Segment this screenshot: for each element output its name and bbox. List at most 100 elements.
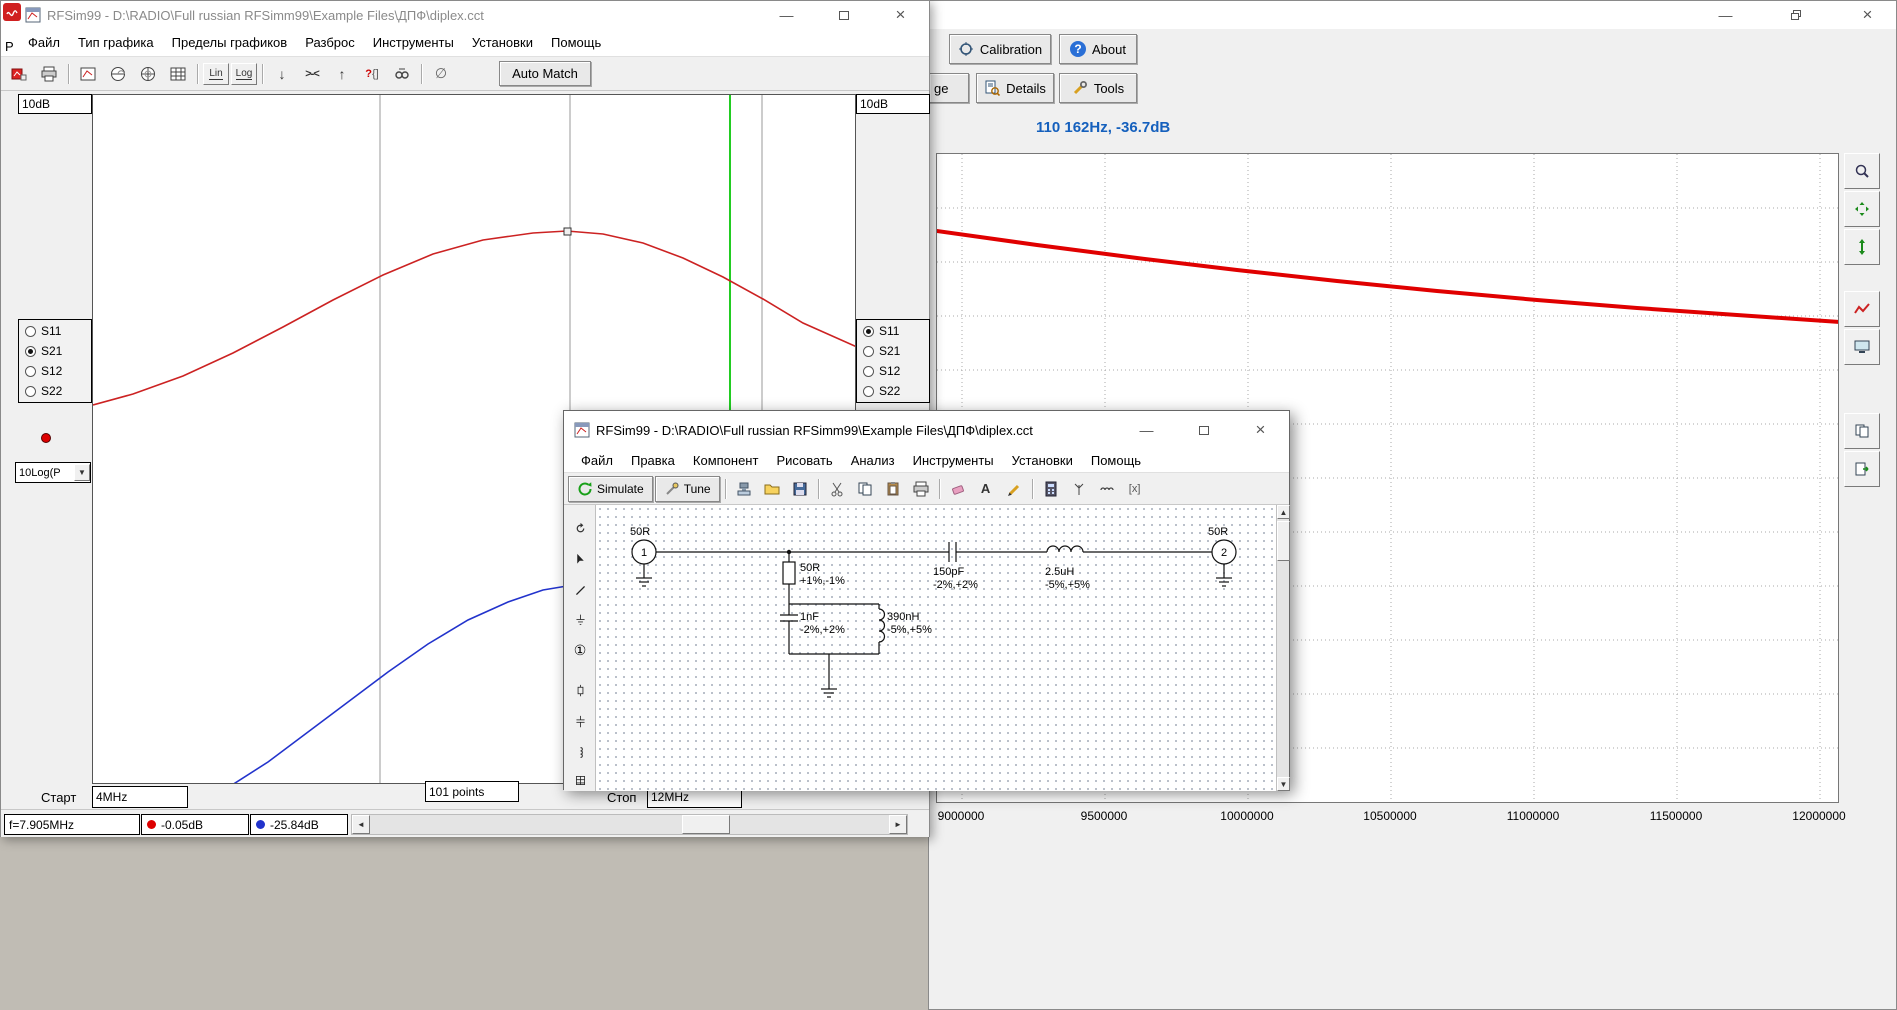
marker-search-button[interactable] <box>388 62 416 86</box>
menu-item[interactable]: Правка <box>622 448 684 473</box>
log-scale-button[interactable]: Log <box>231 63 257 85</box>
sparam-option-s12[interactable]: S12 <box>857 361 929 381</box>
simulate-button[interactable]: Simulate <box>568 476 653 502</box>
restore-button[interactable] <box>1768 1 1825 29</box>
menu-item[interactable]: Компонент <box>684 448 768 473</box>
menu-item[interactable]: Инструменты <box>904 448 1003 473</box>
marker-pick-button[interactable]: >-< <box>298 62 326 86</box>
coil-tool-button[interactable] <box>1094 477 1120 501</box>
minimize-button[interactable]: — <box>1118 411 1175 449</box>
resistor-value[interactable]: 50R <box>800 562 820 574</box>
block-tool[interactable] <box>567 767 593 793</box>
smith-chart-button[interactable] <box>104 62 132 86</box>
sparam-option-s21[interactable]: S21 <box>19 341 91 361</box>
display-button[interactable] <box>1844 329 1880 365</box>
scroll-down-button[interactable]: ▼ <box>1277 777 1290 791</box>
query-button[interactable]: ?{] <box>358 62 386 86</box>
horizontal-scrollbar[interactable]: ◄ ► <box>351 814 908 835</box>
vertical-scale-button[interactable] <box>1844 229 1880 265</box>
draw-tool-button[interactable] <box>1001 477 1027 501</box>
menu-item[interactable]: Пределы графиков <box>163 30 297 55</box>
menu-item[interactable]: Тип графика <box>69 30 163 55</box>
wire-tool[interactable] <box>567 577 593 603</box>
menu-item[interactable]: Установки <box>463 30 542 55</box>
schematic-titlebar[interactable]: RFSim99 - D:\RADIO\Full russian RFSimm99… <box>564 411 1289 449</box>
schematic-canvas[interactable]: 1 2 50R 50R 50R +1%,-1% 150pF -2%,+2% 2.… <box>596 505 1276 791</box>
spec-tool-button[interactable]: [x] <box>1122 477 1148 501</box>
menu-item[interactable]: Рисовать <box>767 448 841 473</box>
y-units-dropdown[interactable]: 10Log(P ▼ <box>15 462 91 483</box>
points-input[interactable] <box>425 781 519 802</box>
cut-button[interactable] <box>824 477 850 501</box>
details-button[interactable]: Details <box>976 73 1054 103</box>
resistor-tool[interactable] <box>567 677 593 703</box>
graph-type-button[interactable] <box>74 62 102 86</box>
maximize-button[interactable] <box>815 1 872 29</box>
menu-item[interactable]: Помощь <box>1082 448 1150 473</box>
menu-item[interactable]: Файл <box>572 448 622 473</box>
auto-match-button[interactable]: Auto Match <box>499 61 591 86</box>
sparam-option-s21[interactable]: S21 <box>857 341 929 361</box>
port1-label[interactable]: 50R <box>630 526 650 538</box>
shunt-capacitor-value[interactable]: 1nF <box>800 611 819 623</box>
copy-button[interactable] <box>852 477 878 501</box>
series-inductor-value[interactable]: 2.5uH <box>1045 566 1074 578</box>
print-button[interactable] <box>908 477 934 501</box>
tools-button[interactable]: Tools <box>1059 73 1137 103</box>
maximize-button[interactable] <box>1175 411 1232 449</box>
change-button-partial[interactable]: ge <box>929 73 969 103</box>
port2-label[interactable]: 50R <box>1208 526 1228 538</box>
antenna-tool-button[interactable] <box>1066 477 1092 501</box>
analyzer-titlebar[interactable]: — × <box>929 1 1896 29</box>
series-capacitor-value[interactable]: 150pF <box>933 566 964 578</box>
sparam-option-s11[interactable]: S11 <box>19 321 91 341</box>
resistor-tolerance[interactable]: +1%,-1% <box>800 575 845 587</box>
pointer-tool[interactable] <box>567 546 593 572</box>
paste-button[interactable] <box>880 477 906 501</box>
zoom-button[interactable] <box>1844 153 1880 189</box>
sparam-option-s22[interactable]: S22 <box>19 381 91 401</box>
menu-item[interactable]: Разброс <box>296 30 364 55</box>
export-button[interactable] <box>1844 451 1880 487</box>
about-button[interactable]: ? About <box>1059 34 1137 64</box>
capacitor-tool[interactable] <box>567 708 593 734</box>
scroll-thumb[interactable] <box>682 815 730 834</box>
ground-tool[interactable] <box>567 606 593 632</box>
close-button[interactable]: × <box>872 1 929 29</box>
marker-down-button[interactable]: ↓ <box>268 62 296 86</box>
sparam-option-s22[interactable]: S22 <box>857 381 929 401</box>
text-tool-button[interactable]: A <box>973 477 999 501</box>
inductor-tool[interactable] <box>567 739 593 765</box>
menu-item[interactable]: Инструменты <box>364 30 463 55</box>
schematic-vscrollbar[interactable]: ▲ ▼ <box>1276 505 1289 791</box>
new-component-button[interactable] <box>731 477 757 501</box>
fit-view-button[interactable] <box>1844 191 1880 227</box>
port-tool[interactable]: ① <box>567 637 593 663</box>
open-button[interactable] <box>759 477 785 501</box>
minimize-button[interactable]: — <box>758 1 815 29</box>
tune-button[interactable]: Tune <box>655 476 720 502</box>
calculator-button[interactable] <box>1038 477 1064 501</box>
minimize-button[interactable]: — <box>1697 1 1754 29</box>
menu-item[interactable]: Установки <box>1003 448 1082 473</box>
menu-item[interactable]: Файл <box>19 30 69 55</box>
menu-item[interactable]: Анализ <box>842 448 904 473</box>
scroll-right-button[interactable]: ► <box>889 815 907 834</box>
calibration-button[interactable]: Calibration <box>949 34 1051 64</box>
series-inductor-tolerance[interactable]: -5%,+5% <box>1045 579 1090 591</box>
close-button[interactable]: × <box>1232 411 1289 449</box>
shunt-inductor-tolerance[interactable]: -5%,+5% <box>887 624 932 636</box>
table-view-button[interactable] <box>164 62 192 86</box>
disable-button[interactable]: ∅ <box>427 62 455 86</box>
copy-button[interactable] <box>1844 413 1880 449</box>
dropdown-arrow-icon[interactable]: ▼ <box>74 464 90 481</box>
sparam-option-s11[interactable]: S11 <box>857 321 929 341</box>
close-button[interactable]: × <box>1839 1 1896 29</box>
trace-style-button[interactable] <box>1844 291 1880 327</box>
shunt-inductor-value[interactable]: 390nH <box>887 611 919 623</box>
trace-marker[interactable] <box>564 228 571 235</box>
marker-up-button[interactable]: ↑ <box>328 62 356 86</box>
port2-number[interactable]: 2 <box>1221 547 1227 559</box>
copy-graph-button[interactable] <box>5 62 33 86</box>
menu-item[interactable]: Помощь <box>542 30 610 55</box>
